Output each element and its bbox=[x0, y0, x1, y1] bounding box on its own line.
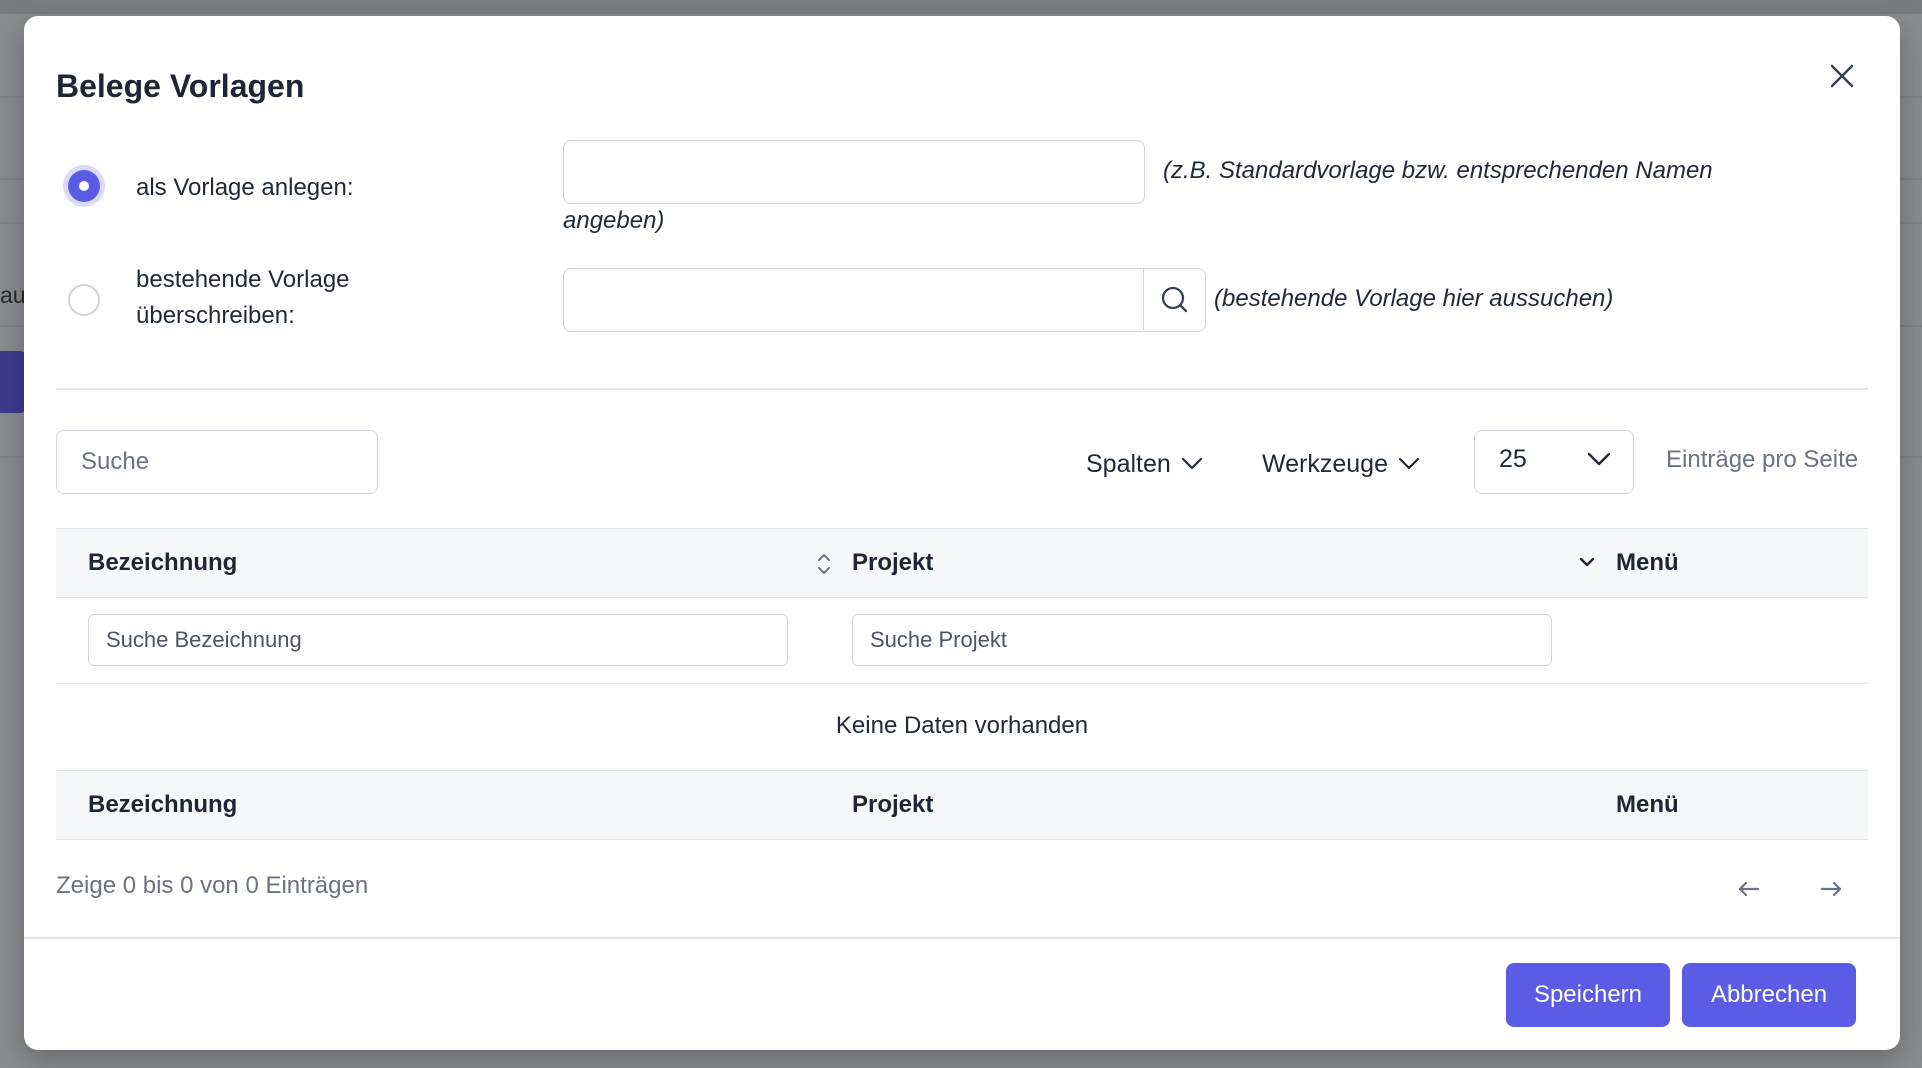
background-button bbox=[0, 351, 26, 413]
create-template-hint-continued: angeben) bbox=[563, 207, 665, 234]
footer-menu: Menü bbox=[1616, 791, 1679, 818]
background-partial-text: au bbox=[0, 282, 26, 308]
arrow-right-icon bbox=[1820, 881, 1842, 897]
chevron-down-icon bbox=[1587, 452, 1611, 466]
table-filter-row bbox=[56, 598, 1868, 684]
arrow-left-icon bbox=[1738, 881, 1760, 897]
chevron-down-icon bbox=[1398, 457, 1420, 470]
previous-page-button[interactable] bbox=[1734, 874, 1764, 904]
columns-label: Spalten bbox=[1086, 449, 1171, 478]
table-empty-row: Keine Daten vorhanden bbox=[56, 684, 1868, 770]
create-template-label: als Vorlage anlegen: bbox=[136, 174, 354, 201]
cancel-button[interactable]: Abbrechen bbox=[1682, 963, 1856, 1027]
section-divider bbox=[56, 388, 1868, 390]
header-bezeichnung[interactable]: Bezeichnung bbox=[88, 549, 237, 577]
filter-bezeichnung-input[interactable] bbox=[88, 614, 788, 666]
columns-dropdown[interactable]: Spalten bbox=[1086, 446, 1203, 482]
tools-label: Werkzeuge bbox=[1262, 449, 1388, 478]
existing-template-input[interactable] bbox=[564, 269, 1143, 330]
radio-overwrite-template[interactable] bbox=[68, 284, 100, 316]
chevron-down-icon[interactable] bbox=[1578, 555, 1596, 569]
table-header: Bezeichnung Projekt Menü bbox=[56, 528, 1868, 598]
overwrite-template-hint: (bestehende Vorlage hier aussuchen) bbox=[1214, 285, 1614, 312]
belege-vorlagen-dialog: Belege Vorlagen als Vorlage anlegen: (z.… bbox=[24, 16, 1900, 1050]
sort-icon[interactable] bbox=[816, 551, 832, 577]
footer-bezeichnung: Bezeichnung bbox=[88, 791, 238, 818]
header-menu: Menü bbox=[1616, 549, 1679, 576]
search-icon bbox=[1161, 286, 1188, 313]
table-search-input[interactable] bbox=[56, 430, 378, 494]
entries-per-page-label: Einträge pro Seite bbox=[1666, 446, 1859, 473]
footer-projekt: Projekt bbox=[852, 791, 934, 818]
close-button[interactable] bbox=[1822, 56, 1862, 96]
existing-template-search-button[interactable] bbox=[1143, 269, 1204, 330]
page-size-value: 25 bbox=[1499, 445, 1527, 473]
empty-table-message: Keine Daten vorhanden bbox=[835, 712, 1089, 739]
overwrite-template-label-line2: überschreiben: bbox=[136, 302, 295, 329]
create-template-hint: (z.B. Standardvorlage bzw. entsprechende… bbox=[1163, 157, 1713, 184]
footer-divider bbox=[24, 937, 1900, 939]
pagination-info: Zeige 0 bis 0 von 0 Einträgen bbox=[56, 872, 369, 899]
save-button[interactable]: Speichern bbox=[1506, 963, 1670, 1027]
next-page-button[interactable] bbox=[1816, 874, 1846, 904]
dialog-title: Belege Vorlagen bbox=[56, 68, 305, 104]
filter-projekt-input[interactable] bbox=[852, 614, 1552, 666]
close-icon bbox=[1830, 64, 1854, 88]
page-size-select[interactable]: 25 bbox=[1474, 430, 1634, 494]
overwrite-template-label-line1: bestehende Vorlage bbox=[136, 266, 350, 293]
header-projekt[interactable]: Projekt bbox=[852, 549, 933, 577]
tools-dropdown[interactable]: Werkzeuge bbox=[1262, 446, 1420, 482]
table-footer: Bezeichnung Projekt Menü bbox=[56, 770, 1868, 840]
template-name-input[interactable] bbox=[563, 140, 1145, 204]
radio-create-template[interactable] bbox=[68, 170, 100, 202]
chevron-down-icon bbox=[1181, 457, 1202, 470]
existing-template-search bbox=[563, 268, 1206, 332]
